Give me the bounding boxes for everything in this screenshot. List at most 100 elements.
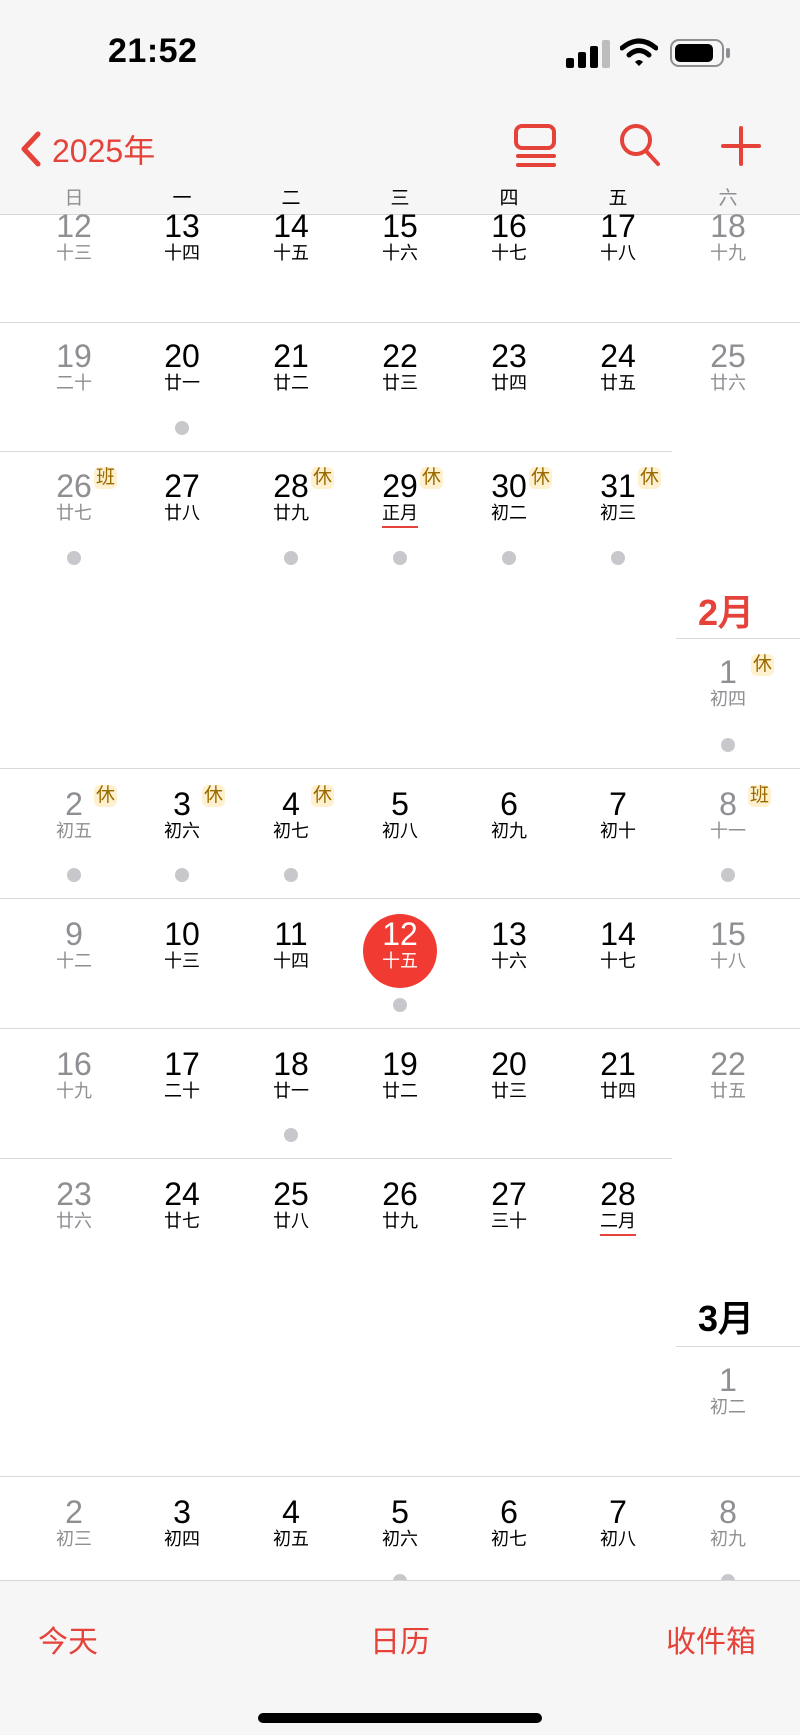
day-cell[interactable]: 21 廿四 bbox=[568, 1046, 668, 1102]
week-divider bbox=[0, 1158, 672, 1159]
lunar-date: 初四 bbox=[164, 1529, 200, 1549]
day-number: 25 bbox=[710, 338, 746, 374]
day-cell[interactable]: 20 廿三 bbox=[459, 1046, 559, 1102]
today-button[interactable]: 今天 bbox=[38, 1617, 98, 1661]
day-cell[interactable]: 12 十三 bbox=[24, 214, 124, 264]
holiday-badge: 休 bbox=[529, 467, 553, 489]
workday-badge: 班 bbox=[94, 467, 118, 489]
day-cell[interactable]: 24 廿五 bbox=[568, 338, 668, 394]
lunar-date: 廿八 bbox=[164, 503, 200, 523]
lunar-date: 二十 bbox=[164, 1081, 200, 1101]
day-cell[interactable]: 2 初三 bbox=[24, 1494, 124, 1550]
day-cell[interactable]: 16 十九 bbox=[24, 1046, 124, 1102]
day-cell[interactable]: 19 二十 bbox=[24, 338, 124, 394]
day-number: 21 bbox=[600, 1046, 636, 1082]
day-number: 24 bbox=[600, 338, 636, 374]
day-number: 9 bbox=[65, 916, 83, 952]
add-event-button[interactable] bbox=[718, 120, 764, 175]
week-divider bbox=[0, 898, 800, 899]
lunar-date: 十三 bbox=[164, 951, 200, 971]
day-number: 7 bbox=[609, 1494, 627, 1530]
search-button[interactable] bbox=[616, 120, 664, 175]
day-number: 5 bbox=[391, 1494, 409, 1530]
home-indicator[interactable] bbox=[258, 1713, 542, 1723]
day-number: 14 bbox=[273, 214, 309, 244]
lunar-date: 十一 bbox=[710, 821, 746, 841]
lunar-date: 二十 bbox=[56, 373, 92, 393]
day-cell[interactable]: 18 廿一 bbox=[241, 1046, 341, 1102]
day-number: 16 bbox=[56, 1046, 92, 1082]
day-cell[interactable]: 15 十八 bbox=[678, 916, 778, 972]
day-cell[interactable]: 7 初十 bbox=[568, 786, 668, 842]
weekday-wed: 三 bbox=[390, 188, 410, 209]
day-cell[interactable]: 5 初六 bbox=[350, 1494, 450, 1550]
lunar-date: 廿九 bbox=[273, 503, 309, 523]
holiday-badge: 休 bbox=[311, 467, 335, 489]
lunar-month-start: 正月 bbox=[382, 502, 418, 528]
day-cell[interactable]: 16 十七 bbox=[459, 214, 559, 264]
day-cell[interactable]: 23 廿六 bbox=[24, 1176, 124, 1232]
week-divider bbox=[0, 768, 800, 769]
inbox-button[interactable]: 收件箱 bbox=[666, 1617, 756, 1661]
day-cell[interactable]: 8 初九 bbox=[678, 1494, 778, 1550]
day-cell[interactable]: 7 初八 bbox=[568, 1494, 668, 1550]
calendars-button[interactable]: 日历 bbox=[370, 1617, 430, 1661]
day-cell[interactable]: 17 十八 bbox=[568, 214, 668, 264]
day-cell[interactable]: 10 十三 bbox=[132, 916, 232, 972]
day-cell-today[interactable]: 12 十五 bbox=[350, 916, 450, 972]
day-cell[interactable]: 9 十二 bbox=[24, 916, 124, 972]
day-cell[interactable]: 28 二月 bbox=[568, 1176, 668, 1236]
day-cell[interactable]: 27 廿八 bbox=[132, 468, 232, 524]
day-cell[interactable]: 5 初八 bbox=[350, 786, 450, 842]
event-dot bbox=[393, 551, 407, 565]
lunar-date: 廿三 bbox=[382, 373, 418, 393]
day-cell[interactable]: 11 十四 bbox=[241, 916, 341, 972]
day-cell[interactable]: 22 廿三 bbox=[350, 338, 450, 394]
day-cell[interactable]: 14 十五 bbox=[241, 214, 341, 264]
day-cell[interactable]: 22 廿五 bbox=[678, 1046, 778, 1102]
day-cell[interactable]: 6 初九 bbox=[459, 786, 559, 842]
weekday-header: 日 一 二 三 四 五 六 bbox=[0, 183, 800, 209]
day-number: 6 bbox=[500, 1494, 518, 1530]
day-cell[interactable]: 25 廿六 bbox=[678, 338, 778, 394]
day-cell[interactable]: 6 初七 bbox=[459, 1494, 559, 1550]
lunar-date: 廿一 bbox=[164, 373, 200, 393]
day-number: 10 bbox=[164, 916, 200, 952]
day-cell[interactable]: 13 十四 bbox=[132, 214, 232, 264]
day-cell[interactable]: 19 廿二 bbox=[350, 1046, 450, 1102]
day-cell[interactable]: 26 廿九 bbox=[350, 1176, 450, 1232]
lunar-date: 初二 bbox=[710, 1397, 746, 1417]
day-cell[interactable]: 15 十六 bbox=[350, 214, 450, 264]
lunar-date: 十五 bbox=[273, 243, 309, 263]
day-cell[interactable]: 21 廿二 bbox=[241, 338, 341, 394]
day-cell[interactable]: 25 廿八 bbox=[241, 1176, 341, 1232]
day-cell[interactable]: 24 廿七 bbox=[132, 1176, 232, 1232]
day-cell[interactable]: 17 二十 bbox=[132, 1046, 232, 1102]
lunar-date: 初六 bbox=[164, 821, 200, 841]
week-divider bbox=[0, 1028, 800, 1029]
day-number: 17 bbox=[600, 214, 636, 244]
list-view-button[interactable] bbox=[512, 120, 560, 175]
back-to-year-button[interactable]: 2025年 bbox=[20, 124, 155, 174]
lunar-date: 廿三 bbox=[491, 1081, 527, 1101]
day-cell[interactable]: 4 初五 bbox=[241, 1494, 341, 1550]
day-cell[interactable]: 13 十六 bbox=[459, 916, 559, 972]
day-cell[interactable]: 23 廿四 bbox=[459, 338, 559, 394]
day-cell[interactable]: 14 十七 bbox=[568, 916, 668, 972]
day-cell[interactable]: 1 初二 bbox=[678, 1362, 778, 1418]
event-dot bbox=[175, 868, 189, 882]
lunar-date: 初九 bbox=[710, 1529, 746, 1549]
lunar-date: 十八 bbox=[710, 951, 746, 971]
lunar-date: 十六 bbox=[382, 243, 418, 263]
day-number: 17 bbox=[164, 1046, 200, 1082]
holiday-badge: 休 bbox=[202, 785, 226, 807]
lunar-date: 廿四 bbox=[600, 1081, 636, 1101]
lunar-date: 初二 bbox=[491, 503, 527, 523]
day-number: 19 bbox=[56, 338, 92, 374]
day-cell[interactable]: 18 十九 bbox=[678, 214, 778, 264]
lunar-date: 十九 bbox=[56, 1081, 92, 1101]
day-cell[interactable]: 20 廿一 bbox=[132, 338, 232, 394]
day-cell[interactable]: 27 三十 bbox=[459, 1176, 559, 1232]
lunar-date: 廿七 bbox=[164, 1211, 200, 1231]
day-cell[interactable]: 3 初四 bbox=[132, 1494, 232, 1550]
